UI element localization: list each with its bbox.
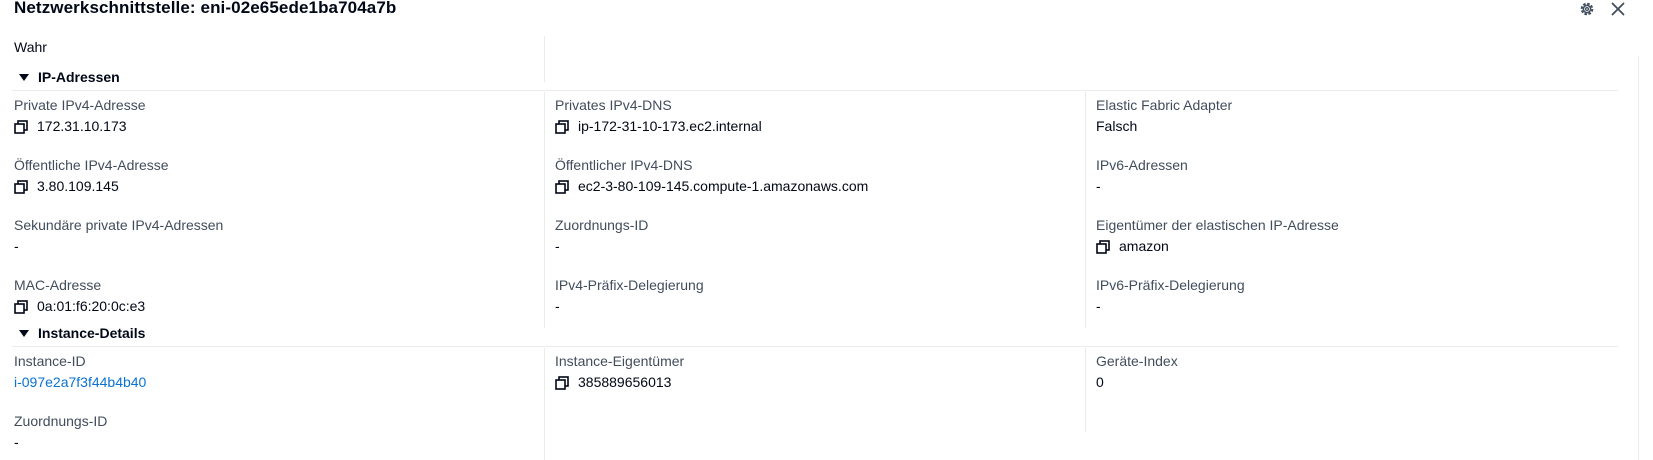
close-button[interactable] bbox=[1609, 0, 1627, 18]
field-value: - bbox=[14, 238, 19, 254]
field-value: 172.31.10.173 bbox=[37, 118, 127, 134]
instance-owner-field: Instance-Eigentümer 385889656013 bbox=[555, 353, 1055, 391]
column-divider bbox=[544, 348, 545, 460]
gear-icon bbox=[1580, 2, 1594, 16]
copy-icon[interactable] bbox=[14, 119, 28, 134]
field-label: Private IPv4-Adresse bbox=[14, 97, 146, 113]
top-field-value: Wahr bbox=[14, 39, 47, 55]
field-value: - bbox=[1096, 178, 1101, 194]
device-index-field: Geräte-Index 0 bbox=[1096, 353, 1596, 391]
field-value: ec2-3-80-109-145.compute-1.amazonaws.com bbox=[578, 178, 869, 194]
private-ipv4-dns-field: Privates IPv4-DNS ip-172-31-10-173.ec2.i… bbox=[555, 97, 1055, 135]
public-ipv4-field: Öffentliche IPv4-Adresse 3.80.109.145 bbox=[14, 157, 514, 195]
field-value-row: 0a:01:f6:20:0c:e3 bbox=[14, 298, 514, 315]
copy-icon[interactable] bbox=[1096, 239, 1110, 254]
field-value: - bbox=[555, 238, 560, 254]
field-label: Zuordnungs-ID bbox=[14, 413, 108, 429]
panel-header: Netzwerkschnittstelle: eni-02e65ede1ba70… bbox=[0, 0, 1653, 22]
column-divider bbox=[544, 92, 545, 328]
copy-icon[interactable] bbox=[555, 179, 569, 194]
copy-icon[interactable] bbox=[555, 375, 569, 390]
field-value: 0 bbox=[1096, 374, 1104, 390]
copy-icon[interactable] bbox=[555, 119, 569, 134]
field-label: Zuordnungs-ID bbox=[555, 217, 649, 233]
close-icon bbox=[1611, 2, 1625, 16]
field-label: IPv6-Präfix-Delegierung bbox=[1096, 277, 1245, 293]
elastic-fabric-adapter-field: Elastic Fabric Adapter Falsch bbox=[1096, 97, 1596, 135]
instance-association-id-field: Zuordnungs-ID - bbox=[14, 413, 514, 451]
field-value: amazon bbox=[1119, 238, 1169, 254]
field-value: 0a:01:f6:20:0c:e3 bbox=[37, 298, 146, 314]
details-panel: Wahr IP-Adressen Private IPv4-Adresse 17… bbox=[0, 22, 1653, 460]
ipv4-prefix-delegation-field: IPv4-Präfix-Delegierung - bbox=[555, 277, 1055, 315]
field-value-row: amazon bbox=[1096, 238, 1596, 255]
field-value-row: ec2-3-80-109-145.compute-1.amazonaws.com bbox=[555, 178, 1055, 195]
section-divider bbox=[12, 90, 1618, 91]
field-label: Instance-ID bbox=[14, 353, 86, 369]
field-value: ip-172-31-10-173.ec2.internal bbox=[578, 118, 762, 134]
caret-down-icon bbox=[19, 329, 29, 337]
field-label: Öffentlicher IPv4-DNS bbox=[555, 157, 693, 173]
field-value: - bbox=[555, 298, 560, 314]
field-label: IPv6-Adressen bbox=[1096, 157, 1188, 173]
instance-section-title: Instance-Details bbox=[38, 325, 146, 341]
field-value-row: 385889656013 bbox=[555, 374, 1055, 391]
ipv6-addresses-field: IPv6-Adressen - bbox=[1096, 157, 1596, 195]
field-label: Privates IPv4-DNS bbox=[555, 97, 672, 113]
field-value-row: ip-172-31-10-173.ec2.internal bbox=[555, 118, 1055, 135]
private-ipv4-field: Private IPv4-Adresse 172.31.10.173 bbox=[14, 97, 514, 135]
instance-id-link[interactable]: i-097e2a7f3f44b4b40 bbox=[14, 374, 146, 391]
field-label: Eigentümer der elastischen IP-Adresse bbox=[1096, 217, 1339, 233]
association-id-field: Zuordnungs-ID - bbox=[555, 217, 1055, 255]
elastic-ip-owner-field: Eigentümer der elastischen IP-Adresse am… bbox=[1096, 217, 1596, 255]
secondary-private-ipv4-field: Sekundäre private IPv4-Adressen - bbox=[14, 217, 514, 255]
ip-section-title: IP-Adressen bbox=[38, 69, 120, 85]
field-value: 385889656013 bbox=[578, 374, 672, 390]
ip-section-toggle[interactable]: IP-Adressen bbox=[14, 68, 120, 86]
field-value-row: i-097e2a7f3f44b4b40 bbox=[14, 374, 514, 391]
column-divider bbox=[544, 36, 545, 82]
field-value: Falsch bbox=[1096, 118, 1138, 134]
field-label: Sekundäre private IPv4-Adressen bbox=[14, 217, 224, 233]
public-ipv4-dns-field: Öffentlicher IPv4-DNS ec2-3-80-109-145.c… bbox=[555, 157, 1055, 195]
field-label: Instance-Eigentümer bbox=[555, 353, 685, 369]
field-value: - bbox=[14, 434, 19, 450]
mac-address-field: MAC-Adresse 0a:01:f6:20:0c:e3 bbox=[14, 277, 514, 315]
panel-right-border bbox=[1638, 56, 1639, 460]
top-field: Wahr bbox=[14, 39, 514, 56]
copy-icon[interactable] bbox=[14, 299, 28, 314]
field-label: MAC-Adresse bbox=[14, 277, 102, 293]
field-value-row: 172.31.10.173 bbox=[14, 118, 514, 135]
column-divider bbox=[1085, 92, 1086, 328]
field-label: Öffentliche IPv4-Adresse bbox=[14, 157, 169, 173]
column-divider bbox=[1085, 348, 1086, 432]
field-label: IPv4-Präfix-Delegierung bbox=[555, 277, 704, 293]
caret-down-icon bbox=[19, 73, 29, 81]
instance-section-toggle[interactable]: Instance-Details bbox=[14, 324, 145, 342]
page-title: Netzwerkschnittstelle: eni-02e65ede1ba70… bbox=[14, 0, 397, 17]
field-value-row: 3.80.109.145 bbox=[14, 178, 514, 195]
field-value: - bbox=[1096, 298, 1101, 314]
instance-id-field: Instance-ID i-097e2a7f3f44b4b40 bbox=[14, 353, 514, 391]
section-divider bbox=[12, 346, 1618, 347]
ipv6-prefix-delegation-field: IPv6-Präfix-Delegierung - bbox=[1096, 277, 1596, 315]
field-value: 3.80.109.145 bbox=[37, 178, 119, 194]
settings-button[interactable] bbox=[1578, 0, 1596, 18]
field-label: Elastic Fabric Adapter bbox=[1096, 97, 1233, 113]
field-label: Geräte-Index bbox=[1096, 353, 1178, 369]
copy-icon[interactable] bbox=[14, 179, 28, 194]
